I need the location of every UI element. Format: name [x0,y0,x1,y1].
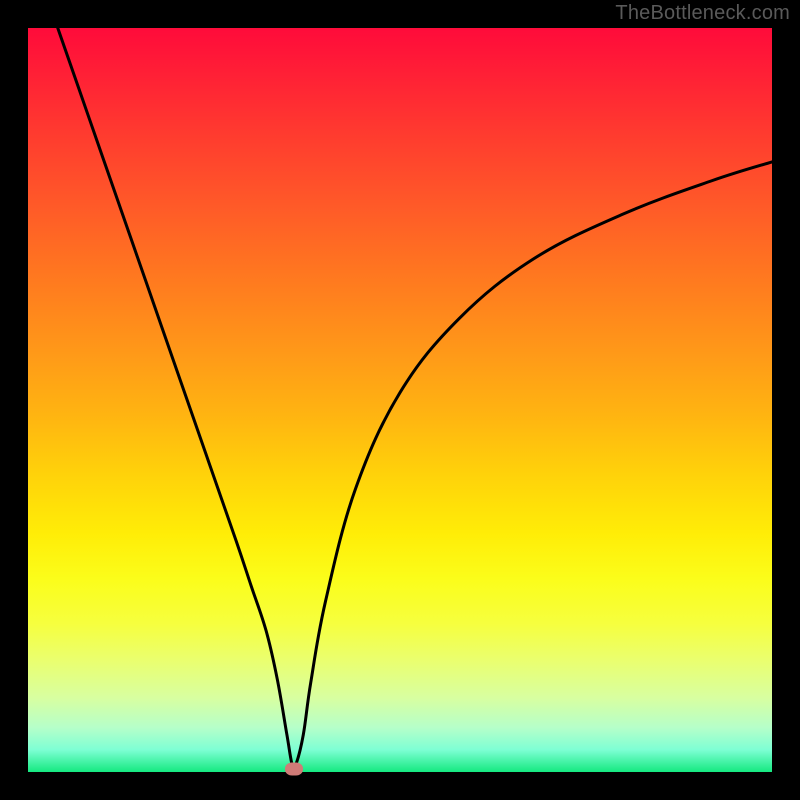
bottleneck-curve [28,28,772,772]
plot-area [28,28,772,772]
chart-frame: TheBottleneck.com [0,0,800,800]
minimum-marker [285,763,303,776]
watermark-text: TheBottleneck.com [615,2,790,25]
